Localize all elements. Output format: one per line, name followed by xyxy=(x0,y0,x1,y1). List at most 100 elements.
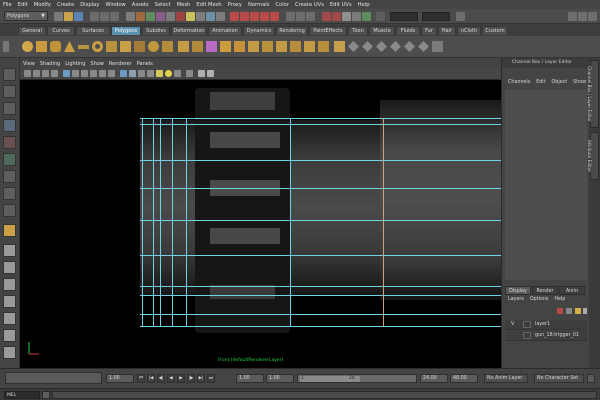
gate-mask-icon[interactable] xyxy=(90,70,97,77)
mask-segments-icon[interactable] xyxy=(216,12,225,21)
shelf-tab-subdivs[interactable]: Subdivs xyxy=(142,26,170,35)
fill-hole-icon[interactable] xyxy=(262,41,273,52)
render-frame-icon[interactable] xyxy=(322,12,331,21)
command-language-label[interactable]: MEL xyxy=(4,391,40,399)
image-plane-icon[interactable] xyxy=(51,70,58,77)
command-result-field[interactable] xyxy=(52,391,597,399)
extrude-icon[interactable] xyxy=(220,41,231,52)
create-layer-icon[interactable] xyxy=(575,308,581,314)
film-gate-icon[interactable] xyxy=(72,70,79,77)
select-camera-icon[interactable] xyxy=(24,70,31,77)
layer-row[interactable]: gun_18:trigger_01 xyxy=(505,331,587,341)
shelf-tab-ncloth[interactable]: nCloth xyxy=(457,26,481,35)
new-layer-from-selected-icon[interactable] xyxy=(557,308,563,314)
range-slider[interactable]: 1 24 xyxy=(297,374,417,383)
shelf-tab-hair[interactable]: Hair xyxy=(438,26,456,35)
range-end-field[interactable]: 48.00 xyxy=(450,374,478,383)
uv-texture-editor-icon[interactable] xyxy=(404,41,415,52)
layout-two-stacked-icon[interactable] xyxy=(3,295,16,308)
shelf-tab-painteffects[interactable]: PaintEffects xyxy=(309,26,347,35)
numeric-input-field[interactable] xyxy=(422,12,450,21)
render-settings-icon[interactable] xyxy=(342,12,351,21)
layer-editor-toggle-icon[interactable] xyxy=(588,12,597,21)
layer-tab-anim[interactable]: Anim xyxy=(559,286,585,295)
shelf-tab-surfaces[interactable]: Surfaces xyxy=(76,26,110,35)
layer-menu-layers[interactable]: Layers xyxy=(508,297,524,305)
menu-window[interactable]: Window xyxy=(105,2,125,8)
split-polygon-icon[interactable] xyxy=(276,41,287,52)
menu-mesh[interactable]: Mesh xyxy=(177,2,191,8)
shelf-tab-fluids[interactable]: Fluids xyxy=(396,26,420,35)
layer-visibility[interactable]: V xyxy=(511,320,514,330)
script-editor-icon[interactable] xyxy=(42,391,50,399)
bridge-icon[interactable] xyxy=(234,41,245,52)
anim-layer-dropdown[interactable]: No Anim Layer xyxy=(484,374,528,383)
menu-select[interactable]: Select xyxy=(155,2,171,8)
quick-select-field[interactable] xyxy=(390,12,418,21)
poly-torus-icon[interactable] xyxy=(92,41,103,52)
select-hierarchy-icon[interactable] xyxy=(90,12,99,21)
menu-proxy[interactable]: Proxy xyxy=(228,2,242,8)
mask-handles-icon[interactable] xyxy=(126,12,135,21)
lasso-tool-icon[interactable] xyxy=(3,85,16,98)
spherical-mapping-icon[interactable] xyxy=(376,41,387,52)
poly-cylinder-icon[interactable] xyxy=(50,41,61,52)
range-start-field[interactable]: 1.00 xyxy=(236,374,264,383)
output-ops-icon[interactable] xyxy=(296,12,305,21)
wireframe-on-shaded-icon[interactable] xyxy=(138,70,145,77)
shelf-menu-icon[interactable] xyxy=(3,41,9,52)
play-backwards-button[interactable]: ◀ xyxy=(167,374,175,383)
high-quality-icon[interactable] xyxy=(207,70,214,77)
panel-menu-renderer[interactable]: Renderer xyxy=(109,61,132,67)
wireframe-shading-icon[interactable] xyxy=(120,70,127,77)
step-forward-key-button[interactable]: |▶ xyxy=(187,374,195,383)
poly-pyramid-icon[interactable] xyxy=(120,41,131,52)
input-field-mode-icon[interactable] xyxy=(376,12,385,21)
character-set-dropdown[interactable]: No Character Set xyxy=(534,374,584,383)
time-slider-ticks[interactable] xyxy=(5,372,102,384)
cut-uv-icon[interactable] xyxy=(432,41,443,52)
mask-surfaces-icon[interactable] xyxy=(156,12,165,21)
planar-mapping-icon[interactable] xyxy=(348,41,359,52)
use-all-lights-icon[interactable] xyxy=(165,70,172,77)
poly-cube-icon[interactable] xyxy=(36,41,47,52)
layout-two-side-icon[interactable] xyxy=(3,278,16,291)
select-object-icon[interactable] xyxy=(100,12,109,21)
poly-sphere-icon[interactable] xyxy=(22,41,33,52)
safe-action-icon[interactable] xyxy=(108,70,115,77)
step-forward-frame-button[interactable]: ▶| xyxy=(197,374,205,383)
bookmarks-icon[interactable] xyxy=(42,70,49,77)
mask-misc-icon[interactable] xyxy=(196,12,205,21)
shelf-tab-rendering[interactable]: Rendering xyxy=(276,26,308,35)
mask-dynamics-icon[interactable] xyxy=(176,12,185,21)
rotate-tool-icon[interactable] xyxy=(3,136,16,149)
snap-grid-icon[interactable] xyxy=(230,12,239,21)
menu-edit-mesh[interactable]: Edit Mesh xyxy=(196,2,221,8)
paint-select-tool-icon[interactable] xyxy=(3,102,16,115)
combine-icon[interactable] xyxy=(178,41,189,52)
step-back-frame-button[interactable]: |◀ xyxy=(147,374,155,383)
render-view-icon[interactable] xyxy=(362,12,371,21)
channel-box-toggle-icon[interactable] xyxy=(456,12,465,21)
mask-joints-icon[interactable] xyxy=(136,12,145,21)
shelf-tab-polygons[interactable]: Polygons xyxy=(111,26,141,35)
poly-plane-icon[interactable] xyxy=(78,45,89,49)
tool-settings-toggle-icon[interactable] xyxy=(578,12,587,21)
snap-view-plane-icon[interactable] xyxy=(260,12,269,21)
panel-menu-lighting[interactable]: Lighting xyxy=(65,61,85,67)
mask-deformations-icon[interactable] xyxy=(166,12,175,21)
layer-tab-render[interactable]: Render xyxy=(532,286,558,295)
layer-row[interactable]: V layer1 xyxy=(505,320,587,330)
new-scene-icon[interactable] xyxy=(54,12,63,21)
new-empty-layer-icon[interactable] xyxy=(566,308,572,314)
tab-attribute-editor[interactable]: Attribute Editor xyxy=(587,132,599,180)
menu-file[interactable]: File xyxy=(3,2,12,8)
layout-outliner-persp-icon[interactable] xyxy=(3,312,16,325)
sew-uv-icon[interactable] xyxy=(418,41,429,52)
snap-point-icon[interactable] xyxy=(250,12,259,21)
select-tool-icon[interactable] xyxy=(3,68,16,81)
panel-menu-shading[interactable]: Shading xyxy=(40,61,60,67)
layout-four-view-icon[interactable] xyxy=(3,261,16,274)
menu-assets[interactable]: Assets xyxy=(132,2,149,8)
shelf-tab-fur[interactable]: Fur xyxy=(421,26,437,35)
